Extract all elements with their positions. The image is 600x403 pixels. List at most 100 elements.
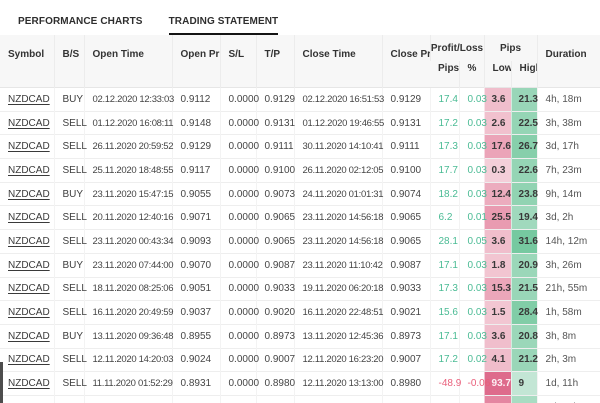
open-time-cell: 12.11.2020 14:20:03 bbox=[83, 347, 174, 372]
open-time-cell: 13.11.2020 09:36:48 bbox=[83, 323, 174, 349]
profit-pips-cell: 17.2 bbox=[429, 110, 459, 135]
open-time-cell: 11.11.2020 03:11:38 bbox=[83, 394, 172, 403]
profit-pips-cell: -48.9 bbox=[429, 371, 461, 396]
take-profit-cell: 0.9129 bbox=[255, 87, 295, 112]
stop-loss-cell: 0.0000 bbox=[219, 110, 259, 135]
profit-pips-cell: 17.3 bbox=[429, 276, 459, 301]
col-header-open-time: Open Time bbox=[83, 35, 172, 88]
col-header-tp: T/P bbox=[255, 35, 294, 88]
close-time-cell: 12.11.2020 16:23:20 bbox=[293, 347, 384, 372]
take-profit-cell: 0.8973 bbox=[255, 323, 295, 349]
symbol-link[interactable]: NZDCAD bbox=[8, 141, 50, 152]
table-row: NZDCAD SELL 26.11.2020 20:59:52 0.9129 0.000… bbox=[0, 134, 600, 159]
profit-pips-cell: 17.4 bbox=[429, 87, 459, 112]
stop-loss-cell: 0.0000 bbox=[219, 158, 259, 183]
symbol-link[interactable]: NZDCAD bbox=[8, 94, 50, 105]
symbol-link[interactable]: NZDCAD bbox=[8, 118, 50, 129]
buy-sell-cell: BUY bbox=[53, 252, 84, 277]
profit-percent-cell: -0.01 bbox=[458, 394, 490, 403]
close-time-cell: 26.11.2020 02:12:05 bbox=[293, 158, 384, 183]
col-header-close-time: Close Time bbox=[293, 35, 382, 88]
duration-cell: 9h, 14m bbox=[536, 181, 600, 206]
symbol-cell: NZDCAD bbox=[0, 276, 54, 301]
symbol-link[interactable]: NZDCAD bbox=[8, 331, 50, 342]
close-time-cell: 12.11.2020 13:13:00 bbox=[293, 371, 384, 396]
symbol-link[interactable]: NZDCAD bbox=[8, 212, 50, 223]
table-row: NZDCAD SELL 25.11.2020 18:48:55 0.9117 0.000… bbox=[0, 158, 600, 183]
symbol-link[interactable]: NZDCAD bbox=[8, 236, 50, 247]
col-header-high: High bbox=[510, 61, 538, 88]
close-time-cell: 02.12.2020 16:51:53 bbox=[293, 87, 384, 112]
pips-low-cell: 17.6 bbox=[483, 134, 512, 159]
pips-low-cell: 3.6 bbox=[483, 323, 512, 349]
symbol-cell: NZDCAD bbox=[0, 134, 54, 159]
duration-cell: 3d, 17h bbox=[536, 134, 600, 159]
profit-pips-cell: 17.2 bbox=[429, 347, 459, 372]
symbol-link[interactable]: NZDCAD bbox=[8, 189, 50, 200]
profit-percent-cell: 0.03 bbox=[458, 181, 487, 206]
pips-high-cell: 9 bbox=[510, 371, 538, 396]
open-price-cell: 0.9117 bbox=[171, 158, 220, 183]
close-time-cell: 13.11.2020 12:45:36 bbox=[293, 323, 384, 349]
col-header-duration: Duration bbox=[536, 35, 600, 88]
open-price-cell: 0.9112 bbox=[171, 87, 220, 112]
open-price-cell: 0.9129 bbox=[171, 134, 220, 159]
take-profit-cell: 0.9007 bbox=[255, 347, 295, 372]
col-header-bs: B/S bbox=[53, 35, 84, 88]
take-profit-cell: 0.9020 bbox=[255, 300, 295, 325]
close-time-cell: 23.11.2020 14:56:18 bbox=[293, 229, 384, 254]
tab-performance-charts[interactable]: PERFORMANCE CHARTS bbox=[18, 16, 143, 35]
symbol-link[interactable]: NZDCAD bbox=[8, 307, 50, 318]
pips-high-cell: 31.6 bbox=[510, 229, 538, 254]
buy-sell-cell: SELL bbox=[53, 347, 87, 372]
symbol-link[interactable]: NZDCAD bbox=[8, 378, 50, 389]
symbol-link[interactable]: NZDCAD bbox=[8, 260, 50, 271]
open-time-cell: 23.11.2020 15:47:15 bbox=[83, 181, 174, 206]
pips-low-cell: 3.6 bbox=[483, 229, 512, 254]
stop-loss-cell: 0.0000 bbox=[219, 205, 259, 230]
profit-pips-cell: 28.1 bbox=[429, 229, 459, 254]
profit-percent-cell: 0.03 bbox=[458, 252, 487, 277]
close-time-cell: 23.11.2020 14:56:18 bbox=[293, 205, 384, 230]
symbol-link[interactable]: NZDCAD bbox=[8, 283, 50, 294]
profit-pips-cell: -4.1 bbox=[429, 394, 459, 403]
table-body: NZDCAD BUY 02.12.2020 12:33:03 0.9112 0.0000… bbox=[0, 87, 600, 403]
pips-low-cell: 4.1 bbox=[483, 347, 512, 372]
close-price-cell: 0.9100 bbox=[381, 158, 430, 183]
col-header-pl-pips: Pips bbox=[430, 61, 459, 88]
buy-sell-cell: SELL bbox=[53, 300, 87, 325]
close-time-cell: 16.11.2020 22:48:51 bbox=[293, 300, 384, 325]
symbol-cell: NZDCAD bbox=[0, 300, 54, 325]
open-time-cell: 25.11.2020 18:48:55 bbox=[83, 158, 174, 183]
profit-pips-cell: 15.6 bbox=[429, 300, 459, 325]
profit-percent-cell: 0.01 bbox=[458, 205, 487, 230]
pips-low-cell: 1.8 bbox=[483, 252, 512, 277]
trading-statement-screen: PERFORMANCE CHARTS TRADING STATEMENT Sym… bbox=[0, 0, 600, 403]
open-time-cell: 18.11.2020 08:25:06 bbox=[83, 276, 174, 301]
close-price-cell: 0.9065 bbox=[381, 229, 430, 254]
duration-cell: 3d, 2h bbox=[536, 205, 600, 230]
open-time-cell: 20.11.2020 12:40:16 bbox=[83, 205, 174, 230]
close-time-cell: 23.11.2020 11:10:42 bbox=[293, 252, 383, 277]
take-profit-cell: 0.9033 bbox=[255, 276, 295, 301]
pips-low-cell: 1.5 bbox=[483, 300, 512, 325]
left-edge-scrollbar[interactable] bbox=[0, 362, 3, 403]
stop-loss-cell: 0.0000 bbox=[219, 181, 259, 206]
stop-loss-cell: 0.0000 bbox=[219, 134, 259, 159]
pips-high-cell: 26.7 bbox=[510, 134, 538, 159]
open-price-cell: 0.9037 bbox=[171, 300, 220, 325]
stop-loss-cell: 0.0000 bbox=[219, 371, 259, 396]
symbol-link[interactable]: NZDCAD bbox=[8, 165, 50, 176]
pips-high-cell: 21.5 bbox=[510, 276, 538, 301]
symbol-cell: NZDCAD bbox=[0, 252, 54, 277]
close-price-cell: 0.8980 bbox=[381, 371, 430, 396]
symbol-link[interactable]: NZDCAD bbox=[8, 354, 50, 365]
col-header-open-price: Open Price bbox=[171, 35, 220, 88]
buy-sell-cell: SELL bbox=[53, 110, 87, 135]
pips-high-cell: 19.4 bbox=[510, 205, 538, 230]
col-header-pl-percent: % bbox=[458, 61, 485, 88]
tab-trading-statement[interactable]: TRADING STATEMENT bbox=[168, 16, 279, 35]
duration-cell: 2h, 3m bbox=[536, 347, 600, 372]
profit-percent-cell: 0.03 bbox=[458, 134, 487, 159]
symbol-cell: NZDCAD bbox=[0, 181, 54, 206]
